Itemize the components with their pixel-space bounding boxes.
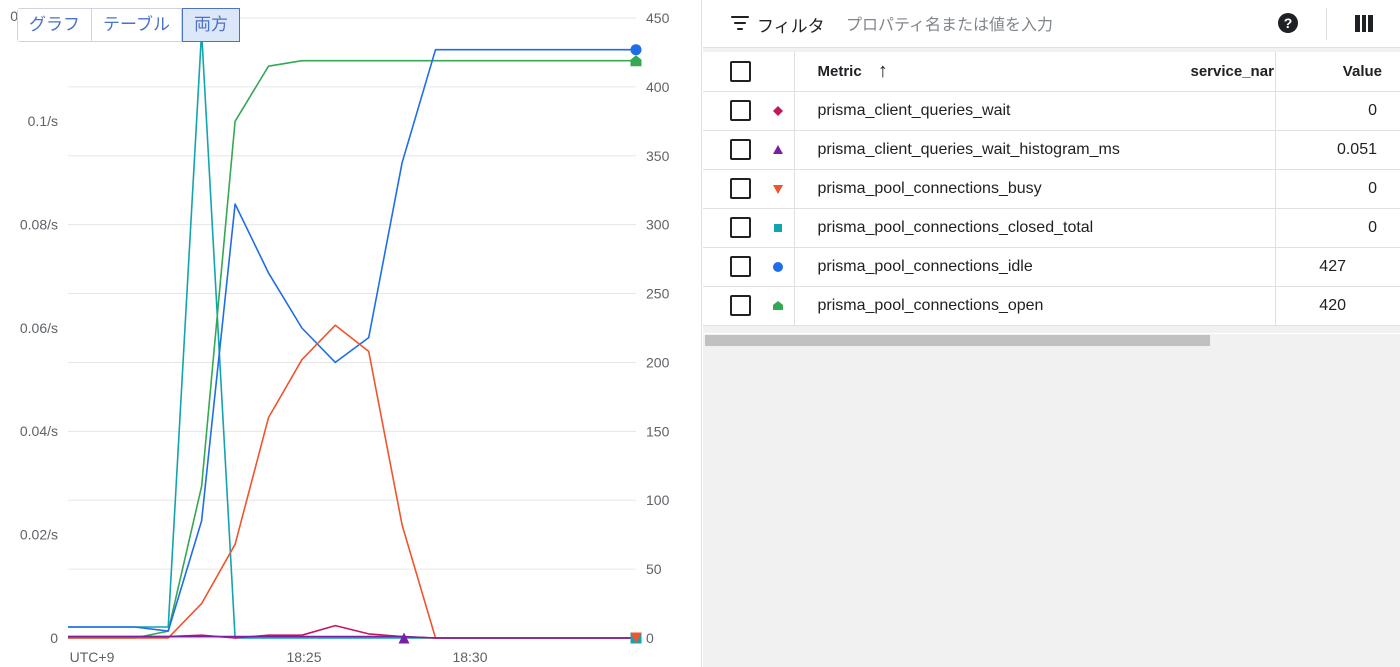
row-checkbox-cell <box>703 169 795 209</box>
right-axis-tick-label: 400 <box>646 79 670 95</box>
row-checkbox-cell <box>703 208 795 248</box>
select-all-checkbox[interactable] <box>730 60 751 82</box>
metric-value-cell: 420 <box>1275 286 1400 326</box>
row-checkbox[interactable] <box>730 139 751 160</box>
arrow-up-icon[interactable]: ↑ <box>878 60 888 83</box>
right-axis-tick-label: 250 <box>646 286 670 302</box>
metric-name-cell: prisma_pool_connections_closed_total <box>794 208 1276 248</box>
table-row[interactable]: prisma_client_queries_wait 0 <box>703 91 1400 131</box>
left-axis-tick-label: 0.08/s <box>20 216 58 232</box>
right-axis-tick-label: 200 <box>646 354 670 370</box>
metric-name-cell: prisma_pool_connections_open <box>794 286 1276 326</box>
header-metric-cell[interactable]: Metric ↑ service_nar <box>794 52 1276 92</box>
right-axis-tick-label: 300 <box>646 217 670 233</box>
chart-panel: 0 50 100 150 200 250 300 350 400 450 0 0.02/s 0.04/s… <box>0 0 702 667</box>
table-row[interactable]: prisma_pool_connections_open 420 <box>703 286 1400 326</box>
metric-name-cell: prisma_pool_connections_idle <box>794 247 1276 287</box>
x-axis-tick-label: UTC+9 <box>70 649 115 665</box>
metric-value-cell: 0.051 <box>1275 130 1400 170</box>
view-graph-button[interactable]: グラフ <box>18 9 92 41</box>
row-checkbox-cell <box>703 286 795 326</box>
metrics-line-chart[interactable]: 0 50 100 150 200 250 300 350 400 450 0 0.02/s 0.04/s… <box>0 0 702 667</box>
right-axis-tick-label: 50 <box>646 561 662 577</box>
triangle-down-legend-marker-icon <box>771 182 785 196</box>
value-column-header[interactable]: Value <box>1275 52 1400 92</box>
table-row[interactable]: prisma_pool_connections_idle 427 <box>703 247 1400 287</box>
scrollbar-thumb[interactable] <box>705 335 1210 346</box>
right-axis-tick-label: 450 <box>646 10 670 26</box>
row-checkbox[interactable] <box>730 295 751 316</box>
horizontal-scrollbar[interactable] <box>703 333 1400 347</box>
series-marker-prisma_pool_connections_open <box>630 55 642 67</box>
circle-legend-marker-icon <box>771 260 785 274</box>
scrollbar-track <box>703 333 1400 334</box>
left-axis-tick-label: 0 <box>50 630 58 646</box>
chart-axis-ticks: 0 50 100 150 200 250 300 350 400 450 0 0.02/s 0.04/s… <box>10 8 669 665</box>
metric-name-cell: prisma_client_queries_wait <box>794 91 1276 131</box>
metric-value-cell: 0 <box>1275 91 1400 131</box>
series-marker-prisma_pool_connections_idle <box>630 44 642 56</box>
table-row[interactable]: prisma_client_queries_wait_histogram_ms 0… <box>703 130 1400 170</box>
row-checkbox-cell <box>703 91 795 131</box>
filter-label[interactable]: フィルタ <box>757 12 825 37</box>
diamond-legend-marker-icon <box>771 104 785 118</box>
chart-series <box>68 30 636 639</box>
x-axis-tick-label: 18:30 <box>452 649 487 665</box>
left-axis-tick-label: 0.1/s <box>28 113 58 129</box>
filter-input[interactable] <box>846 11 1266 37</box>
table-row[interactable]: prisma_pool_connections_busy 0 <box>703 169 1400 209</box>
row-checkbox[interactable] <box>730 217 751 238</box>
toolbar-divider <box>1326 8 1327 40</box>
filter-icon[interactable] <box>731 16 749 30</box>
right-axis-tick-label: 150 <box>646 423 670 439</box>
square-legend-marker-icon <box>771 221 785 235</box>
metric-value-cell: 0 <box>1275 169 1400 209</box>
metric-name-cell: prisma_pool_connections_busy <box>794 169 1276 209</box>
left-axis-tick-label: 0.02/s <box>20 527 58 543</box>
triangle-legend-marker-icon <box>771 143 785 157</box>
pentagon-legend-marker-icon <box>771 299 785 313</box>
table-row[interactable]: prisma_pool_connections_closed_total 0 <box>703 208 1400 248</box>
right-axis-tick-label: 100 <box>646 492 670 508</box>
row-checkbox-cell <box>703 247 795 287</box>
column-display-icon[interactable] <box>1355 15 1374 32</box>
metric-value-cell: 427 <box>1275 247 1400 287</box>
metric-name-cell: prisma_client_queries_wait_histogram_ms <box>794 130 1276 170</box>
row-checkbox[interactable] <box>730 100 751 121</box>
series-line-prisma_pool_connections_idle <box>68 48 636 632</box>
chart-end-markers <box>398 44 642 644</box>
service-name-column-header[interactable]: service_nar <box>1191 63 1275 80</box>
table-header-row: Metric ↑ service_nar Value <box>703 52 1400 92</box>
right-axis-tick-label: 0 <box>646 630 654 646</box>
chart-grid <box>68 17 636 639</box>
view-both-button[interactable]: 両方 <box>181 8 240 42</box>
view-table-button[interactable]: テーブル <box>92 9 182 41</box>
row-checkbox[interactable] <box>730 178 751 199</box>
metric-value-cell: 0 <box>1275 208 1400 248</box>
x-axis-tick-label: 18:25 <box>286 649 321 665</box>
series-line-prisma_pool_connections_closed_total <box>68 30 636 639</box>
table-panel: フィルタ ? Metric ↑ service_nar Value <box>703 0 1400 667</box>
metric-column-header[interactable]: Metric <box>818 63 862 80</box>
filter-toolbar: フィルタ ? <box>703 0 1400 48</box>
view-mode-toggle: グラフ テーブル 両方 <box>17 8 240 42</box>
left-axis-tick-label: 0.04/s <box>20 423 58 439</box>
metrics-table: Metric ↑ service_nar Value prisma_client… <box>703 52 1400 326</box>
row-checkbox-cell <box>703 130 795 170</box>
help-icon[interactable]: ? <box>1278 13 1298 33</box>
row-checkbox[interactable] <box>730 256 751 277</box>
header-checkbox-cell <box>703 52 795 92</box>
right-axis-tick-label: 350 <box>646 148 670 164</box>
series-line-prisma_pool_connections_busy <box>68 324 636 639</box>
left-axis-tick-label: 0.06/s <box>20 320 58 336</box>
